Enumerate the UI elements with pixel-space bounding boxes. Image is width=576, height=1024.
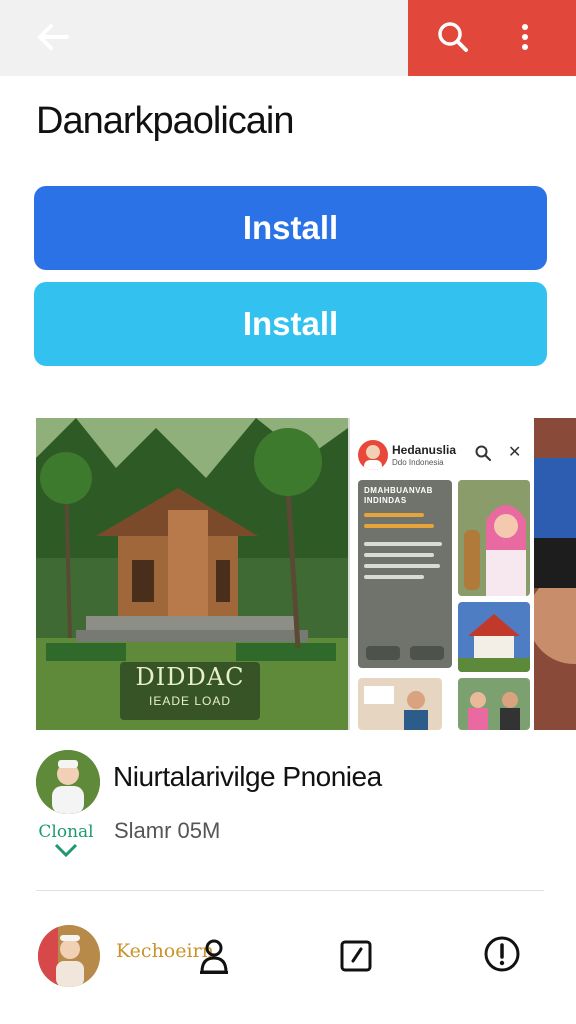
more-vertical-icon [522,24,528,50]
developer-avatar[interactable] [36,750,100,814]
preview-header: Hedanuslia Ddo Indonesia ✕ [350,418,534,482]
text-line [364,564,440,568]
preview-card-button [366,646,400,660]
profile-button[interactable] [194,934,234,978]
screenshot-temple[interactable]: DIDDAC IEADE LOAD [36,418,348,730]
search-button[interactable] [428,14,478,60]
preview-avatar [358,440,388,470]
caption-subtitle: IEADE LOAD [148,694,232,708]
group-photo-image [458,678,530,730]
developer-name[interactable]: Niurtalarivilge Pnoniea [113,761,382,793]
edit-square-icon [340,940,372,972]
chevron-down-icon [54,843,78,858]
more-options-button[interactable] [505,14,545,60]
app-title: Danarkpaolicain [36,100,294,142]
screenshot-gallery[interactable]: DIDDAC IEADE LOAD Hedanuslia Ddo Indones… [36,418,576,730]
search-icon [475,445,491,461]
preview-card-button [410,646,444,660]
text-line [364,575,424,579]
close-icon: ✕ [508,444,522,461]
caption-title: DIDDAC [135,663,245,691]
install-button-secondary[interactable]: Install [34,282,547,366]
edit-button[interactable] [336,934,376,978]
screenshot-app-ui[interactable]: Hedanuslia Ddo Indonesia ✕ DMAHBUANVAB I… [348,418,534,730]
search-icon [438,22,468,52]
divider [36,890,544,891]
text-line [364,513,424,517]
house-photo-image [458,602,530,672]
child-photo-image [458,480,530,596]
preview-tile-child [458,480,530,596]
brand-label: Clonal [38,822,94,842]
preview-title: Hedanuslia [392,443,457,457]
preview-tile-house [458,602,530,672]
person-icon [200,939,228,974]
app-meta: Slamr 05M [114,818,221,843]
preview-tile-people [358,678,442,730]
text-line [364,524,434,528]
install-button-primary[interactable]: Install [34,186,547,270]
preview-tile-group [458,678,530,730]
arrow-left-icon [38,24,69,50]
developer-photo-image [36,750,100,814]
back-button[interactable] [28,14,78,60]
person-portrait-image [364,445,382,470]
info-button[interactable] [480,932,524,976]
person-photo-image [534,418,576,730]
text-line [364,553,434,557]
user-photo-image [38,925,100,987]
user-avatar[interactable] [38,925,100,987]
image-caption: DIDDAC IEADE LOAD [120,662,260,720]
screenshot-peek[interactable] [534,418,576,730]
text-line [364,542,442,546]
brand-badge: Clonal [34,822,98,863]
preview-card-title: DMAHBUANVAB INDINDAS [364,486,433,505]
preview-info-card: DMAHBUANVAB INDINDAS [358,480,452,668]
people-photo-image [358,678,442,730]
alert-circle-icon [484,936,520,972]
preview-subtitle: Ddo Indonesia [392,458,444,467]
